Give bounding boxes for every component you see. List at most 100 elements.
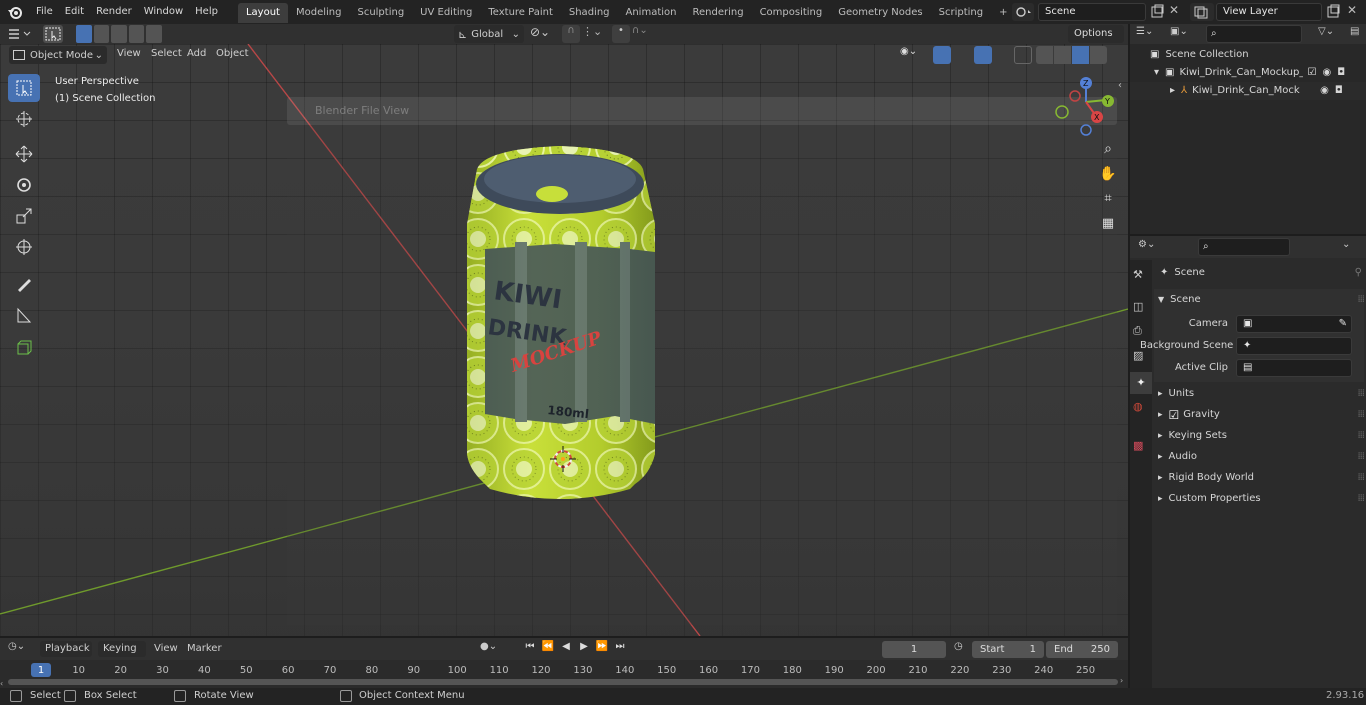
select-extend-icon[interactable]	[93, 25, 110, 43]
select-subtract-icon[interactable]	[111, 25, 127, 43]
tab-shading[interactable]: Shading	[561, 3, 618, 23]
display-mode-icon[interactable]: ▣⌄	[1170, 26, 1200, 42]
tab-rendering[interactable]: Rendering	[684, 3, 751, 23]
end-frame-field[interactable]: End 250	[1046, 641, 1118, 658]
properties-search-input[interactable]: ⌕	[1198, 238, 1290, 256]
eye-icon[interactable]: ◉	[1322, 64, 1331, 82]
view-layer-field[interactable]: View Layer	[1216, 3, 1322, 21]
properties-options-icon[interactable]: ⌄	[1342, 239, 1358, 255]
next-keyframe-icon[interactable]: ⏩	[594, 641, 610, 657]
panel-keying-sets[interactable]: ▸ Keying Sets ⁞⁞⁞	[1154, 425, 1365, 446]
scene-type-icon[interactable]	[1012, 3, 1034, 21]
snap-toggle-icon[interactable]: ∩	[562, 25, 580, 43]
jump-start-icon[interactable]: ⏮	[522, 641, 538, 657]
tab-uv-editing[interactable]: UV Editing	[412, 3, 480, 23]
blender-logo-icon[interactable]	[0, 0, 30, 24]
transform-orientation-dropdown[interactable]: ⊾ Global ⌄	[454, 25, 524, 43]
new-collection-icon[interactable]: ▤	[1350, 26, 1364, 42]
drag-handle-icon[interactable]: ⁞⁞⁞	[1357, 294, 1364, 305]
active-clip-field[interactable]: ▤	[1236, 358, 1352, 377]
keying-menu[interactable]: Keying ⌄	[98, 641, 146, 670]
texture-tab-icon[interactable]: ▩	[1133, 439, 1149, 455]
measure-tool-icon[interactable]	[8, 301, 40, 329]
timeline-view-menu[interactable]: View	[154, 643, 178, 654]
select-invert-icon[interactable]	[128, 25, 145, 43]
background-scene-field[interactable]: ✦	[1236, 336, 1352, 355]
expand-arrow-icon[interactable]: ▾	[1154, 64, 1159, 82]
tab-texture-paint[interactable]: Texture Paint	[480, 3, 561, 23]
close-scene-icon[interactable]: ✕	[1166, 3, 1182, 21]
gizmo-toggle-icon[interactable]	[933, 46, 951, 64]
scale-tool-icon[interactable]	[8, 202, 40, 230]
gravity-checkbox[interactable]: ☑	[1169, 408, 1180, 422]
eyedropper-icon[interactable]: ✎	[1339, 316, 1347, 332]
pin-icon[interactable]: ⚲	[1355, 267, 1362, 278]
filter-icon[interactable]: ▽⌄	[1318, 26, 1344, 42]
panel-rigid-body-world[interactable]: ▸ Rigid Body World ⁞⁞⁞	[1154, 467, 1365, 488]
menu-window[interactable]: Window	[138, 0, 189, 24]
panel-audio[interactable]: ▸ Audio ⁞⁞⁞	[1154, 446, 1365, 467]
render-tab-icon[interactable]: ◫	[1133, 300, 1149, 316]
drag-handle-icon[interactable]: ⁞⁞⁞	[1357, 430, 1364, 441]
tab-animation[interactable]: Animation	[618, 3, 685, 23]
timeline-editor-type-icon[interactable]: ◷⌄	[8, 641, 36, 657]
eye-icon[interactable]: ◉	[1320, 82, 1329, 100]
outliner-row-object[interactable]: ▸ ⅄ Kiwi_Drink_Can_Mockup_ ◉ ◘	[1130, 82, 1366, 100]
timeline-marker-menu[interactable]: Marker	[187, 643, 222, 654]
play-icon[interactable]: ▶	[576, 641, 592, 657]
drag-handle-icon[interactable]: ⁞⁞⁞	[1357, 493, 1364, 504]
sidebar-toggle-icon[interactable]: ‹	[1118, 80, 1126, 96]
active-tool-select-icon[interactable]	[43, 25, 63, 43]
scene-tab-icon[interactable]: ✦	[1130, 372, 1152, 394]
move-tool-icon[interactable]	[8, 140, 40, 168]
view-layer-icon[interactable]	[1190, 3, 1214, 21]
camera-render-icon[interactable]: ◘	[1337, 64, 1345, 82]
select-intersect-icon[interactable]	[146, 25, 162, 43]
drag-handle-icon[interactable]: ⁞⁞⁞	[1357, 451, 1364, 462]
world-tab-icon[interactable]: ◍	[1133, 400, 1149, 416]
snap-target-icon[interactable]: ⋮⌄	[582, 25, 606, 43]
scene-field[interactable]: Scene	[1038, 3, 1146, 21]
panel-gravity[interactable]: ▸ ☑ Gravity ⁞⁞⁞	[1154, 404, 1365, 425]
camera-view-icon[interactable]: ⌗	[1097, 191, 1119, 213]
cursor-tool-icon[interactable]	[8, 105, 40, 133]
object-menu[interactable]: Object	[216, 48, 249, 59]
exclude-checkbox-icon[interactable]: ☑	[1307, 64, 1316, 82]
pivot-point-icon[interactable]: ⊘⌄	[530, 25, 556, 43]
menu-edit[interactable]: Edit	[59, 0, 90, 24]
wireframe-shading-icon[interactable]	[1036, 46, 1053, 64]
tab-sculpting[interactable]: Sculpting	[349, 3, 412, 23]
editor-type-icon[interactable]	[6, 26, 34, 42]
menu-file[interactable]: File	[30, 0, 59, 24]
record-icon[interactable]: ●⌄	[480, 641, 514, 657]
new-scene-icon[interactable]	[1148, 3, 1166, 21]
zoom-icon[interactable]: ⌕	[1097, 141, 1119, 163]
drag-handle-icon[interactable]: ⁞⁞⁞	[1357, 388, 1364, 399]
ortho-grid-icon[interactable]: ▦	[1097, 216, 1119, 238]
3d-viewport[interactable]: Blender File View KIWI DRINK MOCKUP 180m…	[0, 44, 1128, 636]
add-menu[interactable]: Add	[187, 48, 206, 59]
select-box-tool-icon[interactable]	[8, 74, 40, 102]
rotate-tool-icon[interactable]	[8, 171, 40, 199]
menu-help[interactable]: Help	[189, 0, 224, 24]
close-view-layer-icon[interactable]: ✕	[1344, 3, 1360, 21]
timeline-scrollbar[interactable]	[8, 679, 1118, 685]
menu-render[interactable]: Render	[90, 0, 138, 24]
options-dropdown[interactable]: Options ⌄	[1068, 25, 1124, 57]
camera-field[interactable]: ▣ ✎	[1236, 314, 1352, 333]
drag-handle-icon[interactable]: ⁞⁞⁞	[1357, 472, 1364, 483]
camera-render-icon[interactable]: ◘	[1335, 82, 1343, 100]
new-view-layer-icon[interactable]	[1324, 3, 1342, 21]
panel-units[interactable]: ▸ Units ⁞⁞⁞	[1154, 383, 1365, 404]
properties-editor-type-icon[interactable]: ⚙⌄	[1138, 239, 1166, 255]
add-cube-tool-icon[interactable]	[8, 334, 40, 362]
scroll-left-icon[interactable]: ‹	[0, 679, 8, 688]
panel-custom-properties[interactable]: ▸ Custom Properties ⁞⁞⁞	[1154, 488, 1365, 509]
material-shading-icon[interactable]	[1072, 46, 1089, 64]
annotate-tool-icon[interactable]	[8, 270, 40, 298]
3d-cursor-icon[interactable]	[548, 444, 578, 474]
output-tab-icon[interactable]: ⎙	[1133, 324, 1149, 340]
expand-arrow-icon[interactable]: ▸	[1170, 82, 1175, 100]
scene-panel-header[interactable]: ▼ Scene ⁞⁞⁞	[1154, 289, 1365, 310]
jump-end-icon[interactable]: ⏭	[612, 641, 628, 657]
